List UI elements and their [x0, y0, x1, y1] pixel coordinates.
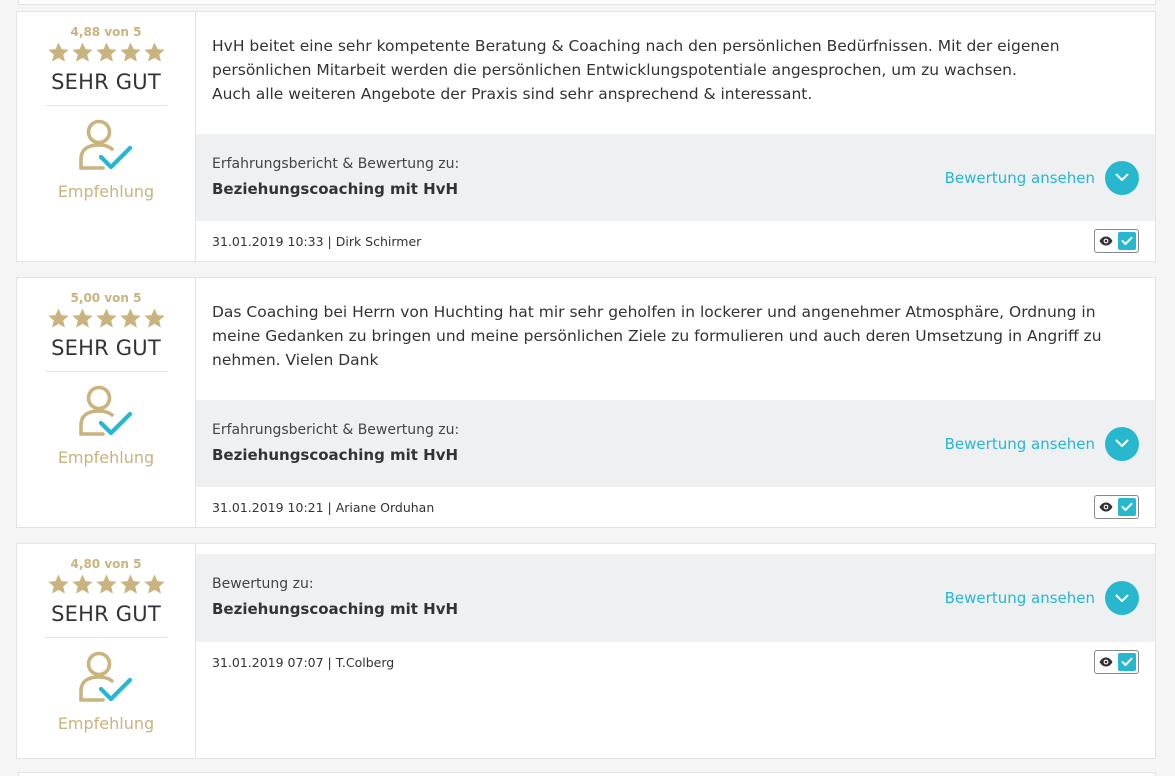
- chevron-down-icon: [1115, 173, 1129, 182]
- star-icon: [143, 574, 165, 594]
- star-icon: [71, 574, 93, 594]
- review-card: 4,80 von 5 SEHR GUT Empfehlung Bewertung…: [16, 543, 1156, 759]
- rating-score: 5,00 von 5: [70, 291, 142, 305]
- user-check-icon: [79, 651, 133, 702]
- product-caption: Erfahrungsbericht & Bewertung zu:: [212, 155, 460, 172]
- star-rating: [47, 41, 166, 67]
- product-name: Beziehungscoaching mit HvH: [212, 600, 459, 618]
- view-review-label: Bewertung ansehen: [944, 434, 1095, 453]
- rating-panel: 5,00 von 5 SEHR GUT Empfehlung: [17, 278, 196, 527]
- review-card: 5,00 von 5 SEHR GUT Empfehlung Das Coach…: [16, 277, 1156, 528]
- review-content: HvH beitet eine sehr kompetente Beratung…: [196, 12, 1155, 261]
- star-rating: [47, 573, 166, 599]
- star-icon: [47, 308, 69, 328]
- star-icon: [119, 574, 141, 594]
- product-caption: Bewertung zu:: [212, 576, 314, 592]
- checkbox-checked-icon[interactable]: [1118, 232, 1136, 251]
- view-review-button[interactable]: Bewertung ansehen: [944, 426, 1139, 461]
- recommendation-label: Empfehlung: [57, 182, 155, 201]
- star-icon: [143, 308, 165, 328]
- review-text-line: HvH beitet eine sehr kompetente Beratung…: [212, 37, 1060, 79]
- next-review-card-edge: [18, 772, 1156, 776]
- chevron-down-button[interactable]: [1105, 426, 1139, 461]
- rating-score: 4,88 von 5: [70, 25, 142, 39]
- review-text-line: Das Coaching bei Herrn von Huchting hat …: [212, 303, 1102, 369]
- review-text-line: Auch alle weiteren Angebote der Praxis s…: [212, 85, 813, 103]
- checkbox-checked-icon[interactable]: [1118, 498, 1136, 517]
- view-review-button[interactable]: Bewertung ansehen: [945, 581, 1139, 615]
- review-text: HvH beitet eine sehr kompetente Beratung…: [196, 12, 1155, 134]
- star-icon: [71, 42, 93, 62]
- chevron-down-button[interactable]: [1105, 581, 1139, 615]
- review-meta: 31.01.2019 07:07 | T.Colberg: [196, 642, 1155, 682]
- star-icon: [95, 42, 117, 62]
- review-content: Bewertung zu: Beziehungscoaching mit HvH…: [196, 544, 1155, 758]
- star-icon: [95, 574, 117, 594]
- view-review-button[interactable]: Bewertung ansehen: [944, 160, 1139, 195]
- star-icon: [119, 308, 141, 328]
- star-icon: [119, 42, 141, 62]
- product-name: Beziehungscoaching mit HvH: [212, 445, 459, 464]
- recommendation-label: Empfehlung: [57, 448, 155, 467]
- review-text: Das Coaching bei Herrn von Huchting hat …: [196, 278, 1155, 400]
- review-meta: 31.01.2019 10:21 | Ariane Orduhan: [196, 487, 1155, 527]
- reviewed-product: Erfahrungsbericht & Bewertung zu: Bezieh…: [196, 400, 1155, 488]
- review-date-author: 31.01.2019 07:07 | T.Colberg: [212, 654, 395, 670]
- review-content: Das Coaching bei Herrn von Huchting hat …: [196, 278, 1155, 527]
- review-card: 4,88 von 5 SEHR GUT Empfehlung HvH beite…: [16, 11, 1156, 262]
- chevron-down-icon: [1115, 439, 1129, 448]
- star-icon: [71, 308, 93, 328]
- checkbox-checked-icon[interactable]: [1118, 653, 1136, 671]
- reviewed-product: Erfahrungsbericht & Bewertung zu: Bezieh…: [196, 134, 1155, 222]
- star-icon: [143, 42, 165, 62]
- visibility-badge[interactable]: [1094, 229, 1139, 254]
- rating-verdict: SEHR GUT: [51, 70, 161, 94]
- divider: [45, 371, 167, 372]
- review-date-author: 31.01.2019 10:21 | Ariane Orduhan: [212, 499, 435, 515]
- chevron-down-icon: [1115, 594, 1129, 602]
- rating-panel: 4,88 von 5 SEHR GUT Empfehlung: [17, 12, 196, 261]
- product-caption: Erfahrungsbericht & Bewertung zu:: [212, 421, 460, 438]
- rating-verdict: SEHR GUT: [51, 336, 161, 360]
- previous-review-card-edge: [18, 0, 1156, 5]
- view-review-label: Bewertung ansehen: [944, 589, 1095, 607]
- rating-score: 4,80 von 5: [70, 557, 142, 571]
- visibility-badge[interactable]: [1094, 650, 1139, 674]
- divider: [45, 637, 167, 638]
- rating-panel: 4,80 von 5 SEHR GUT Empfehlung: [17, 544, 196, 758]
- eye-icon: [1099, 657, 1113, 667]
- view-review-label: Bewertung ansehen: [944, 168, 1095, 187]
- star-icon: [47, 574, 69, 594]
- review-date-author: 31.01.2019 10:33 | Dirk Schirmer: [212, 233, 422, 249]
- review-text-spacer: [196, 544, 1155, 554]
- eye-icon: [1099, 502, 1113, 512]
- rating-verdict: SEHR GUT: [51, 602, 161, 626]
- divider: [45, 105, 167, 106]
- product-name: Beziehungscoaching mit HvH: [212, 179, 459, 198]
- star-icon: [95, 308, 117, 328]
- eye-icon: [1099, 236, 1113, 246]
- visibility-badge[interactable]: [1094, 495, 1139, 520]
- star-icon: [47, 42, 69, 62]
- star-rating: [47, 307, 166, 333]
- chevron-down-button[interactable]: [1105, 160, 1139, 195]
- user-check-icon: [79, 385, 133, 436]
- review-meta: 31.01.2019 10:33 | Dirk Schirmer: [196, 221, 1155, 261]
- user-check-icon: [79, 119, 133, 170]
- reviewed-product: Bewertung zu: Beziehungscoaching mit HvH…: [196, 554, 1155, 642]
- recommendation-label: Empfehlung: [57, 714, 155, 733]
